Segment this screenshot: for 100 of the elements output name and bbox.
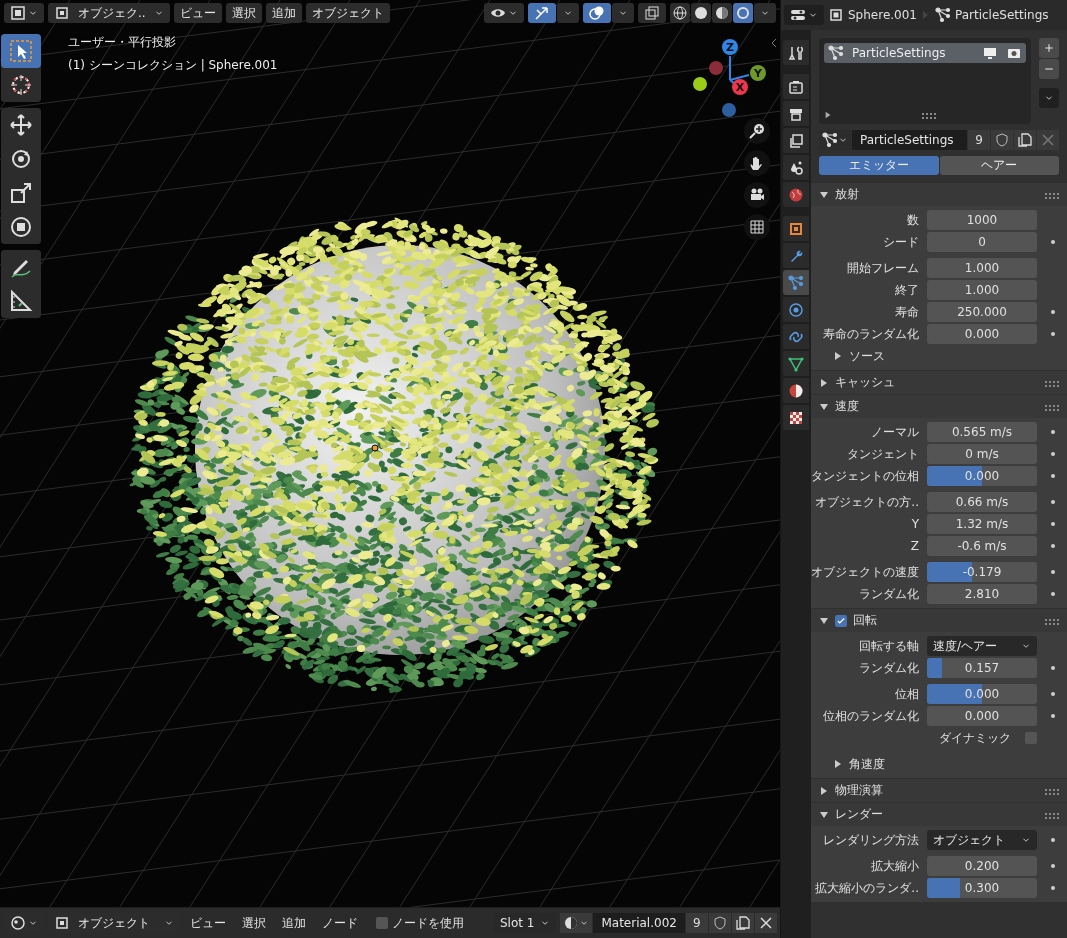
material-browse-button[interactable] [560,913,593,933]
number-field[interactable]: 0.000 [927,684,1037,704]
shading-button[interactable] [712,3,732,23]
number-field[interactable]: 0.000 [927,466,1037,486]
number-field[interactable]: 1.000 [927,280,1037,300]
number-field[interactable]: 1000 [927,210,1037,230]
keyframe-dot[interactable] [1051,886,1055,890]
keyframe-dot[interactable] [1051,544,1055,548]
axis-ball[interactable]: Y [750,65,766,81]
duplicate-button[interactable] [1014,130,1036,150]
grid-view-button[interactable] [744,214,770,240]
camera-button[interactable] [744,182,770,208]
keyframe-dot[interactable] [1051,864,1055,868]
keyframe-dot[interactable] [1051,430,1055,434]
number-field[interactable]: 2.810 [927,584,1037,604]
remove-button[interactable] [1039,59,1059,79]
tool-button[interactable] [1,34,41,68]
menu-button[interactable]: 追加 [276,914,312,932]
number-field[interactable]: 250.000 [927,302,1037,322]
properties-tab[interactable] [783,378,809,403]
type-tab[interactable]: ヘアー [939,156,1059,175]
number-field[interactable]: 0 [927,232,1037,252]
menu-button[interactable]: ビュー [184,914,232,932]
slot-dropdown[interactable]: Slot 1 [494,913,557,933]
properties-tab[interactable] [783,40,809,65]
datablock-name-field[interactable]: ParticleSettings [852,130,967,150]
menu-button[interactable]: オブジェクト [305,3,390,23]
shading-button[interactable] [733,3,753,23]
number-field[interactable]: 0.000 [927,706,1037,726]
browse-button[interactable] [819,130,851,150]
menu-button[interactable]: ノード [316,914,364,932]
keyframe-dot[interactable] [1051,666,1055,670]
keyframe-dot[interactable] [1051,310,1055,314]
list-item[interactable]: ParticleSettings [824,43,1026,63]
number-field[interactable]: 0.157 [927,658,1037,678]
editor-type-button[interactable] [784,5,824,25]
axis-ball[interactable]: X [732,79,748,95]
number-field[interactable]: 0.000 [927,324,1037,344]
material-name-field[interactable]: Material.002 [593,913,685,933]
panel-header[interactable]: 放射 [811,183,1067,206]
number-field[interactable]: -0.6 m/s [927,536,1037,556]
overlay-toggle[interactable] [583,3,611,23]
zoom-button[interactable] [744,118,770,144]
keyframe-dot[interactable] [1051,570,1055,574]
number-field[interactable]: 0.565 m/s [927,422,1037,442]
negative-axis-ball[interactable] [693,77,707,91]
properties-tab[interactable] [783,155,809,180]
keyframe-dot[interactable] [1051,332,1055,336]
fake-user-button[interactable] [708,913,731,933]
shading-button[interactable] [691,3,711,23]
panel-header[interactable]: 速度 [811,395,1067,418]
keyframe-dot[interactable] [1051,592,1055,596]
number-field[interactable]: 0.66 m/s [927,492,1037,512]
add-button[interactable] [1039,38,1059,58]
number-field[interactable]: 0.300 [927,878,1037,898]
panel-header[interactable]: 物理演算 [811,779,1067,802]
checkbox[interactable] [835,614,847,627]
keyframe-dot[interactable] [1051,522,1055,526]
editor-type-button[interactable] [4,3,44,23]
user-count[interactable]: 9 [968,130,990,150]
user-count[interactable]: 9 [685,913,708,933]
properties-tab[interactable] [783,128,809,153]
checkbox[interactable] [1025,732,1037,744]
keyframe-dot[interactable] [1051,838,1055,842]
type-tab[interactable]: エミッター [819,156,939,175]
subpanel-title[interactable]: 角速度 [849,755,885,773]
visibility-dropdown[interactable] [484,3,524,23]
keyframe-dot[interactable] [1051,500,1055,504]
properties-tab[interactable] [783,351,809,376]
properties-tab[interactable] [783,216,809,241]
panel-header[interactable]: キャッシュ [811,371,1067,394]
panel-header[interactable]: レンダー [811,803,1067,826]
pan-button[interactable] [744,150,770,176]
number-field[interactable]: 0.200 [927,856,1037,876]
panel-header[interactable]: 回転 [811,609,1067,632]
properties-tab[interactable] [783,74,809,99]
dropdown[interactable]: オブジェクト [927,830,1037,850]
number-field[interactable]: 1.000 [927,258,1037,278]
duplicate-button[interactable] [731,913,754,933]
keyframe-dot[interactable] [1051,240,1055,244]
number-field[interactable]: 0 m/s [927,444,1037,464]
keyframe-dot[interactable] [1051,692,1055,696]
keyframe-dot[interactable] [1051,452,1055,456]
gizmo-toggle[interactable] [528,3,556,23]
number-field[interactable]: 1.32 m/s [927,514,1037,534]
shading-button[interactable] [670,3,690,23]
menu-button[interactable]: 選択 [225,3,262,23]
properties-tab[interactable] [783,405,809,430]
checkbox[interactable] [376,917,388,929]
axis-ball[interactable]: Z [722,39,738,55]
menu-button[interactable]: 選択 [236,914,272,932]
menu-button[interactable]: ビュー [173,3,222,23]
close-button[interactable] [754,913,777,933]
fake-user-button[interactable] [991,130,1013,150]
dropdown[interactable]: 速度/ヘアー [927,636,1037,656]
properties-tab[interactable] [783,101,809,126]
keyframe-dot[interactable] [1051,714,1055,718]
xray-toggle[interactable] [638,3,666,23]
subpanel-title[interactable]: ソース [849,347,885,365]
keyframe-dot[interactable] [1051,474,1055,478]
